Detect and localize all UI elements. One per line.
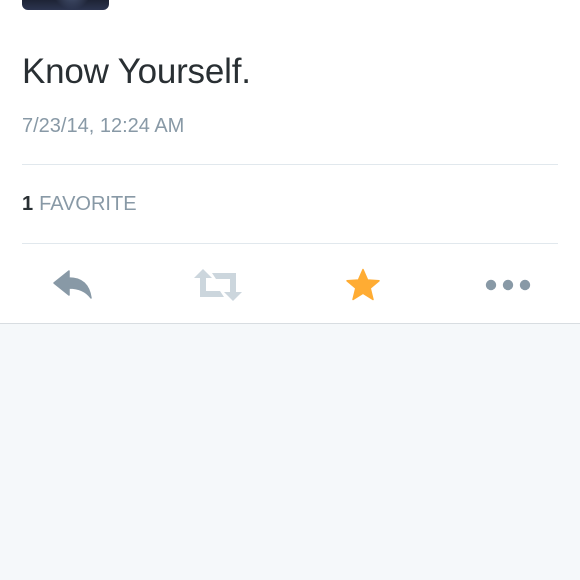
tweet-detail-card: Know Yourself. 7/23/14, 12:24 AM 1 FAVORI… [0, 0, 580, 324]
divider [22, 243, 558, 244]
favorites-count: 1 [22, 193, 34, 215]
avatar[interactable] [22, 0, 109, 10]
tweet-action-bar [0, 262, 580, 308]
more-button[interactable] [478, 262, 538, 308]
divider [22, 164, 558, 165]
tweet-text: Know Yourself. [22, 52, 251, 91]
retweet-icon [194, 269, 242, 301]
star-icon [346, 268, 380, 301]
reply-icon [53, 270, 92, 299]
reply-button[interactable] [43, 262, 103, 308]
retweet-button[interactable] [188, 262, 248, 308]
favorites-stat[interactable]: 1 FAVORITE [22, 192, 137, 216]
empty-content-area [0, 324, 580, 580]
tweet-timestamp: 7/23/14, 12:24 AM [22, 115, 185, 137]
favorite-button[interactable] [333, 262, 393, 308]
more-icon [485, 279, 531, 291]
favorites-label: FAVORITE [39, 193, 137, 215]
